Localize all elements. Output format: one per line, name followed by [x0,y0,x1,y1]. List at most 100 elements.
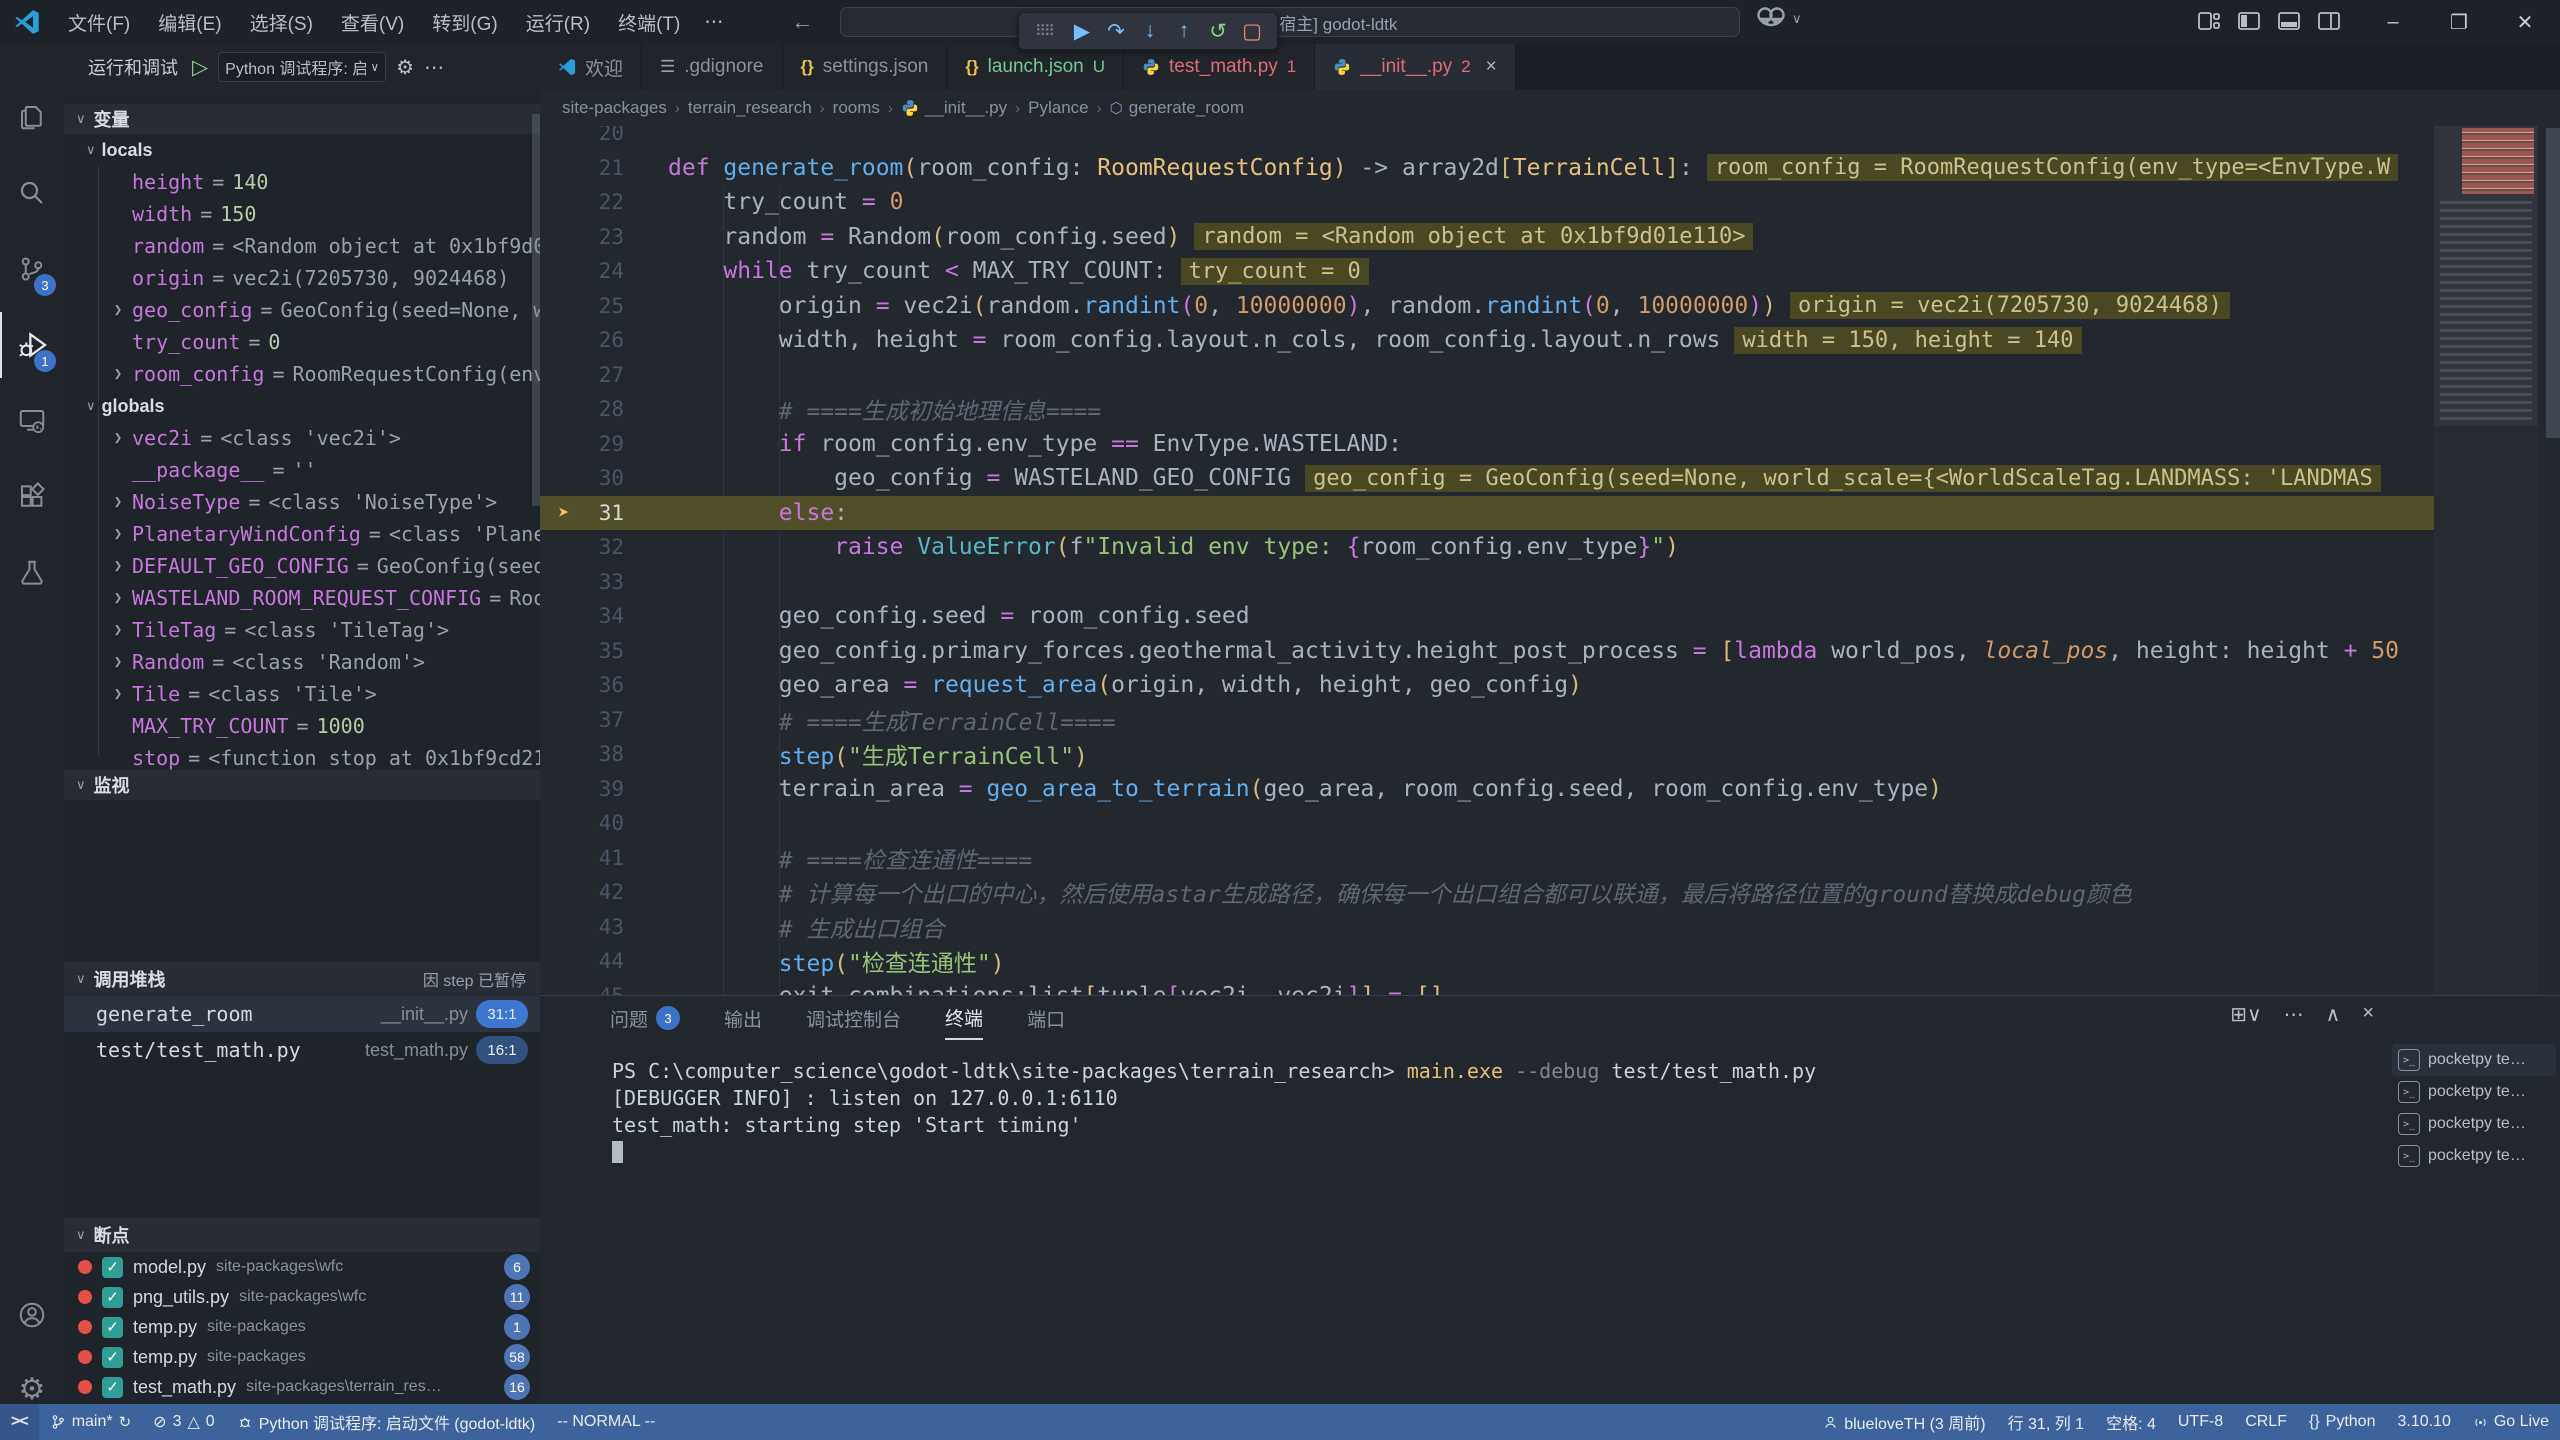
expand-icon[interactable]: ❯ [104,366,132,382]
breakpoint-checkbox[interactable]: ✓ [102,1287,123,1308]
minimap[interactable] [2434,126,2538,995]
breadcrumb-item[interactable]: Pylance [1028,98,1088,118]
sidebar-item-explorer[interactable] [0,84,64,150]
line-number[interactable]: 30 [540,466,668,490]
line-number[interactable]: 32 [540,535,668,559]
toggle-secondary-sidebar-icon[interactable] [2316,8,2342,34]
breakpoint-checkbox[interactable]: ✓ [102,1377,123,1398]
variable-row[interactable]: origin=vec2i(7205730, 9024468) [64,262,540,294]
panel-tab-端口[interactable]: 端口 [1027,996,1065,1040]
go-live-item[interactable]: Go Live [2462,1404,2560,1440]
toggle-panel-icon[interactable] [2276,8,2302,34]
debug-config-select[interactable]: Python 调试程序: 启... ∨ [218,52,386,82]
line-number[interactable]: 43 [540,915,668,939]
terminal-list-item[interactable]: >_pocketpy te… [2392,1076,2556,1108]
code-line[interactable]: 35 geo_config.primary_forces.geothermal_… [540,634,2448,669]
line-number[interactable]: 21 [540,156,668,180]
line-number[interactable]: 38 [540,742,668,766]
line-number[interactable]: 27 [540,363,668,387]
gitlens-blame-item[interactable]: blueloveTH (3 周前) [1812,1404,1996,1440]
panel-tab-调试控制台[interactable]: 调试控制台 [806,996,901,1040]
terminal-list-item[interactable]: >_pocketpy te… [2392,1140,2556,1172]
variable-row[interactable]: ❯WASTELAND_ROOM_REQUEST_CONFIG=RoomR… [64,582,540,614]
line-number[interactable]: 39 [540,777,668,801]
line-number[interactable]: 37 [540,708,668,732]
line-number[interactable]: 23 [540,225,668,249]
variable-row[interactable]: try_count=0 [64,326,540,358]
code-line[interactable]: 27 [540,358,2448,393]
callstack-frame[interactable]: generate_room__init__.py31:1 [64,996,540,1032]
problems-item[interactable]: ⊘3 △0 [142,1404,226,1440]
code-line[interactable]: 43 # 生成出口组合 [540,910,2448,945]
code-line[interactable]: 40 [540,806,2448,841]
panel-tab-输出[interactable]: 输出 [724,996,762,1040]
breakpoint-row[interactable]: ✓model.pysite-packages\wfc6 [64,1252,540,1282]
breakpoint-row[interactable]: ✓test_math.pysite-packages\terrain_res…1… [64,1372,540,1402]
step-into-button[interactable]: ↓ [1133,16,1167,46]
breadcrumb-item[interactable]: __init__.py [901,98,1007,118]
menu-item[interactable]: 选择(S) [238,5,325,40]
language-mode-item[interactable]: {} Python [2298,1404,2387,1440]
step-out-button[interactable]: ↑ [1167,16,1201,46]
variable-row[interactable]: ❯DEFAULT_GEO_CONFIG=GeoConfig(seed=1… [64,550,540,582]
breadcrumb-item[interactable]: site-packages [562,98,667,118]
line-number[interactable]: 25 [540,294,668,318]
menu-item[interactable]: 运行(R) [514,5,602,40]
line-number[interactable]: 29 [540,432,668,456]
sidebar-scrollbar[interactable] [532,114,540,506]
line-number[interactable]: 28 [540,397,668,421]
more-actions-icon[interactable]: ⋯ [2284,1002,2304,1027]
line-number[interactable]: 24 [540,259,668,283]
tab-close-icon[interactable]: × [1486,56,1497,78]
extension-mascot-icon[interactable] [1756,6,1786,32]
breakpoint-row[interactable]: ✓temp.pysite-packages1 [64,1312,540,1342]
code-line[interactable]: 39 terrain_area = geo_area_to_terrain(ge… [540,772,2448,807]
tab--[interactable]: 欢迎 [540,44,642,90]
nav-back-icon[interactable]: ← [791,9,813,35]
panel-tab-问题[interactable]: 问题3 [610,996,680,1040]
code-editor[interactable]: 20 21def generate_room(room_config: RoomR… [540,126,2560,995]
close-button[interactable]: ✕ [2492,0,2558,44]
eol-item[interactable]: CRLF [2234,1404,2298,1440]
terminal-output[interactable]: PS C:\computer_science\godot-ldtk\site-p… [612,1058,1816,1166]
code-line[interactable]: 20 [540,126,2448,151]
line-number[interactable]: 22 [540,190,668,214]
code-line[interactable]: 36 geo_area = request_area(origin, width… [540,668,2448,703]
code-line[interactable]: 34 geo_config.seed = room_config.seed [540,599,2448,634]
views-more-icon[interactable]: ⋯ [424,55,444,80]
debug-settings-gear-icon[interactable]: ⚙ [396,55,414,80]
line-number[interactable]: 42 [540,880,668,904]
variable-row[interactable]: ❯TileTag=<class 'TileTag'> [64,614,540,646]
variable-row[interactable]: __package__='' [64,454,540,486]
expand-icon[interactable]: ❯ [104,430,132,446]
line-number[interactable]: 20 [540,126,668,145]
breakpoint-checkbox[interactable]: ✓ [102,1347,123,1368]
variable-row[interactable]: ❯room_config=RoomRequestConfig(env_t… [64,358,540,390]
maximize-panel-icon[interactable]: ∧ [2326,1002,2341,1027]
editor-scrollbar[interactable] [2546,128,2560,438]
breakpoints-section-header[interactable]: ∨ 断点 [64,1218,540,1252]
line-number[interactable]: 36 [540,673,668,697]
tab-.gdignore[interactable]: ☰.gdignore [642,44,782,90]
code-line[interactable]: 33 [540,565,2448,600]
breakpoint-checkbox[interactable]: ✓ [102,1257,123,1278]
variables-section-header[interactable]: ∨ 变量 [64,104,540,134]
menu-item[interactable]: 编辑(E) [146,5,233,40]
variable-row[interactable]: ❯vec2i=<class 'vec2i'> [64,422,540,454]
customize-layout-icon[interactable] [2196,8,2222,34]
minimize-button[interactable]: – [2360,0,2426,44]
callstack-frame[interactable]: test/test_math.pytest_math.py16:1 [64,1032,540,1068]
python-version-item[interactable]: 3.10.10 [2386,1404,2461,1440]
remote-indicator[interactable]: >< [0,1404,39,1440]
variable-row[interactable]: ❯PlanetaryWindConfig=<class 'Planeta… [64,518,540,550]
variable-row[interactable]: ❯geo_config=GeoConfig(seed=None, wor… [64,294,540,326]
code-line[interactable]: 21def generate_room(room_config: RoomReq… [540,151,2448,186]
variable-row[interactable]: width=150 [64,198,540,230]
line-number[interactable]: 33 [540,570,668,594]
breakpoint-row[interactable]: ✓png_utils.pysite-packages\wfc11 [64,1282,540,1312]
expand-icon[interactable]: ❯ [104,654,132,670]
variable-row[interactable]: ❯Tile=<class 'Tile'> [64,678,540,710]
breadcrumb-item[interactable]: ⬡generate_room [1110,98,1244,118]
variable-row[interactable]: height=140 [64,166,540,198]
code-line[interactable]: 45 exit_combinations:list[tuple[vec2i, v… [540,979,2448,996]
